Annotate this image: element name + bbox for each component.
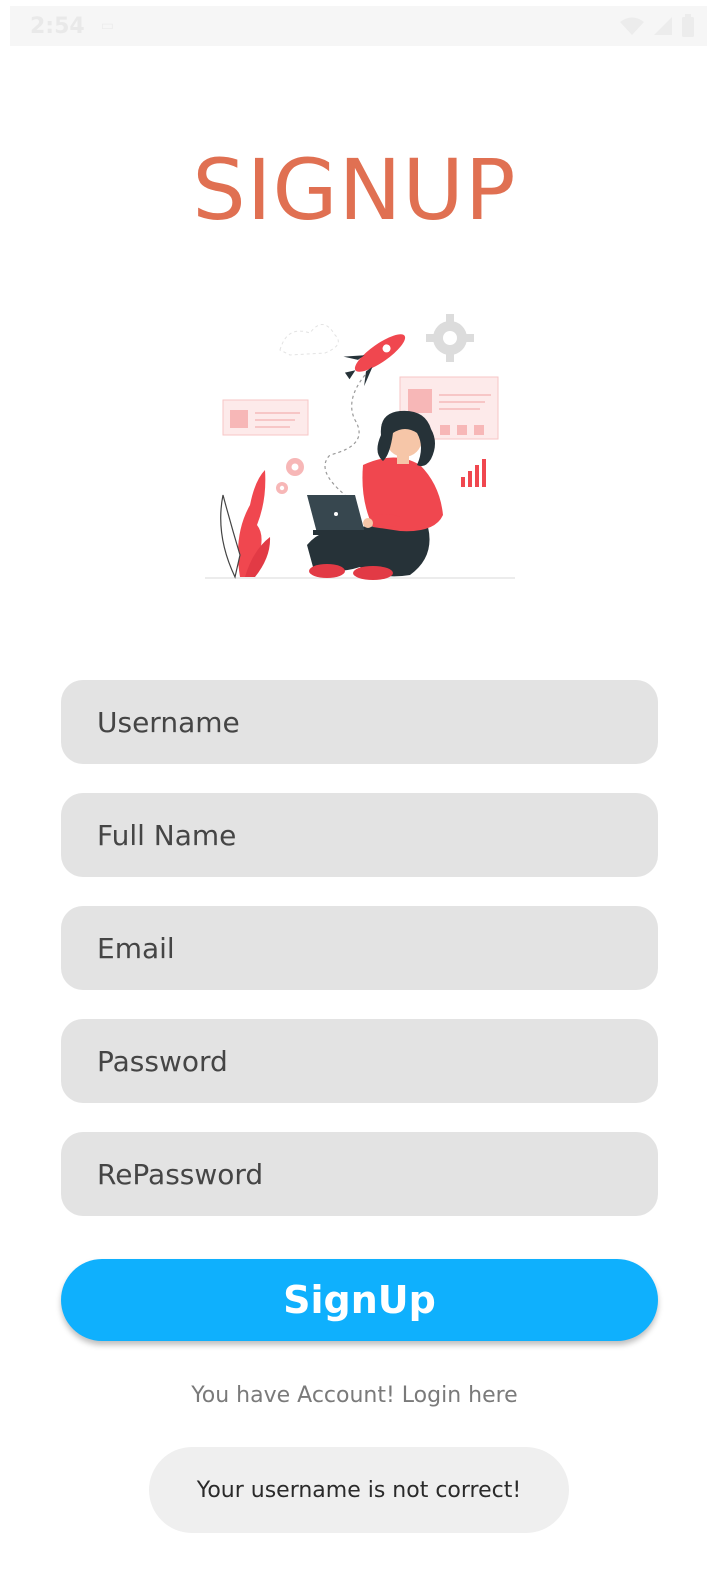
person-with-laptop-illustration xyxy=(195,305,525,590)
signup-button[interactable]: SignUp xyxy=(61,1259,658,1341)
fullname-input[interactable] xyxy=(95,817,624,853)
status-bar: 2:54 ▭ xyxy=(10,6,707,46)
toast-message: Your username is not correct! xyxy=(196,1477,522,1503)
repassword-field[interactable] xyxy=(61,1132,658,1216)
status-time: 2:54 xyxy=(30,13,85,39)
password-input[interactable] xyxy=(95,1043,624,1079)
status-bar-left: 2:54 ▭ xyxy=(30,14,114,39)
error-toast: Your username is not correct! xyxy=(149,1447,569,1533)
wifi-icon xyxy=(619,16,645,36)
page-title: SIGNUP xyxy=(192,141,517,239)
username-field[interactable] xyxy=(61,680,658,764)
battery-icon xyxy=(681,14,695,38)
status-bar-right xyxy=(619,14,695,38)
fullname-field[interactable] xyxy=(61,793,658,877)
username-input[interactable] xyxy=(95,704,624,740)
password-field[interactable] xyxy=(61,1019,658,1103)
login-link[interactable]: You have Account! Login here xyxy=(0,1383,709,1408)
sd-card-icon: ▭ xyxy=(100,18,114,34)
signup-screen: 2:54 ▭ SIGNUP Username Full Name Email S… xyxy=(0,0,709,1573)
signal-icon xyxy=(653,16,673,36)
email-field[interactable] xyxy=(61,906,658,990)
repassword-input[interactable] xyxy=(95,1156,624,1192)
email-input[interactable] xyxy=(95,930,624,966)
